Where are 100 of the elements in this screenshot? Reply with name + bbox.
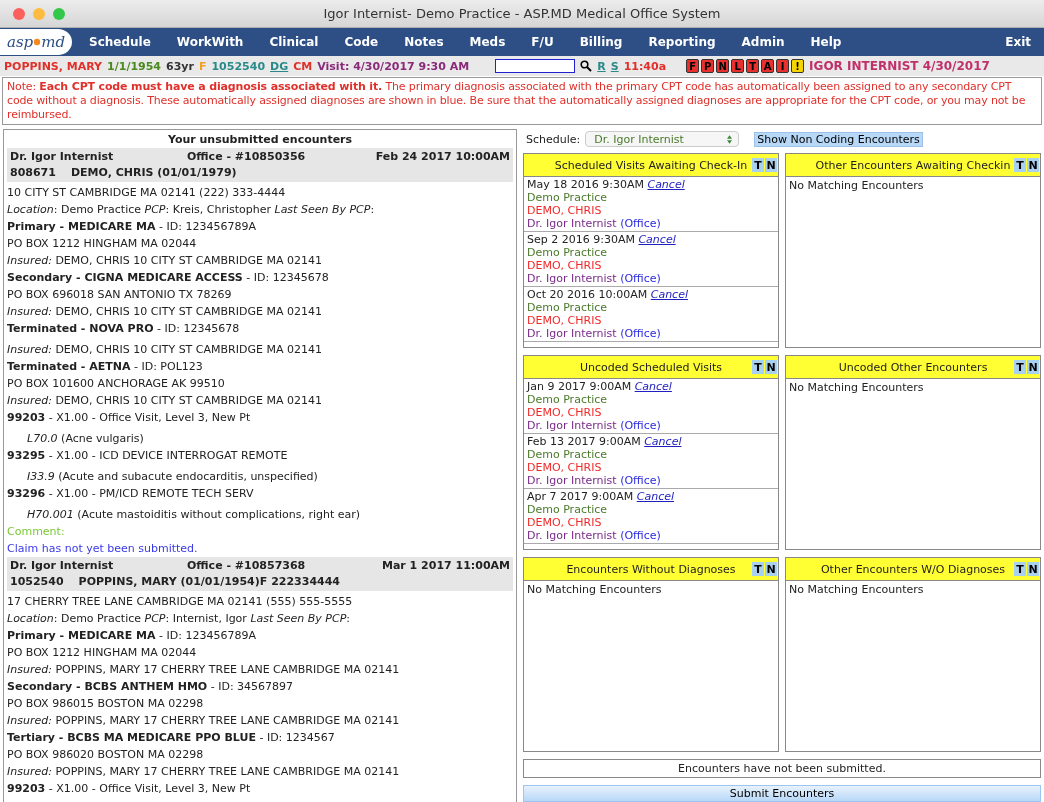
coding-note: Note: Each CPT code must have a diagnosis associated with it. The primary diagnosis associated with the primary CPT code has automatically been assigned to any secondary CPT code without a diagnosis. These automatically assigned diagnoses are shown in blue. Be sure that the automatically assigned diagnoses are appropriate for the CPT code, or you may not be reimbursed. xyxy=(2,77,1042,125)
detail-line: Insured: DEMO, CHRIS 10 CITY ST CAMBRIDGE MA 02141 xyxy=(7,343,322,356)
visit-type: (Office) xyxy=(620,529,661,542)
menu-item[interactable]: Reporting xyxy=(635,28,729,56)
panel-title: Scheduled Visits Awaiting Check-In xyxy=(554,158,748,172)
patient-name: DEMO, CHRIS xyxy=(527,516,602,529)
detail-line: Terminated - AETNA - ID: POL123 xyxy=(7,360,203,373)
provider-name: Dr. Igor Internist xyxy=(527,529,617,542)
menu-item[interactable]: Notes xyxy=(391,28,457,56)
menu-item[interactable]: Clinical xyxy=(256,28,332,56)
cancel-link[interactable]: Cancel xyxy=(638,233,676,246)
search-icon[interactable] xyxy=(580,60,593,72)
visit-datetime: Apr 7 2017 9:00AM xyxy=(527,490,634,503)
practice-name: Demo Practice xyxy=(527,393,608,406)
search-field[interactable] xyxy=(495,59,576,73)
visit-type: (Office) xyxy=(620,419,661,432)
visit-info: Visit: 4/30/2017 9:30 AM xyxy=(317,59,470,73)
detail-line: 93296 - X1.00 - PM/ICD REMOTE TECH SERV xyxy=(7,487,254,500)
detail-line: PO BOX 696018 SAN ANTONIO TX 78269 xyxy=(7,288,232,301)
flag-button[interactable]: F xyxy=(686,59,700,73)
detail-line: 99203 - X1.00 - Office Visit, Level 3, New Pt xyxy=(7,411,251,424)
menu-item[interactable]: Billing xyxy=(566,28,636,56)
exit-menu-item[interactable]: Exit xyxy=(992,28,1044,56)
patient-sex: F xyxy=(198,59,207,73)
sort-button[interactable]: T xyxy=(752,562,764,576)
close-icon[interactable] xyxy=(13,7,25,20)
clock-time: 11:40a xyxy=(623,59,667,73)
provider-name: Dr. Igor Internist xyxy=(527,217,617,230)
user-date: IGOR INTERNIST 4/30/2017 xyxy=(809,59,990,73)
menu-item[interactable]: Schedule xyxy=(76,28,164,56)
menu-item[interactable]: WorkWith xyxy=(163,28,257,56)
practice-name: Demo Practice xyxy=(527,301,608,314)
provider-name: Dr. Igor Internist xyxy=(527,419,617,432)
patient-name: DEMO, CHRIS xyxy=(527,461,602,474)
provider-name: Dr. Igor Internist xyxy=(10,149,115,165)
patient-info: DEMO, CHRIS (01/01/1979) xyxy=(70,165,237,181)
menu-item[interactable]: Code xyxy=(331,28,392,56)
detail-line: Terminated - NOVA PRO - ID: 12345678 xyxy=(7,322,240,335)
sort-button[interactable]: T xyxy=(752,158,764,172)
cancel-link[interactable]: Cancel xyxy=(634,380,672,393)
sort-button[interactable]: N xyxy=(765,360,777,374)
flag-button[interactable]: P xyxy=(701,59,715,73)
detail-line: PO BOX 986020 BOSTON MA 02298 xyxy=(7,748,204,761)
empty-message: No Matching Encounters xyxy=(788,178,925,194)
diagnosis-line: I33.9 (Acute and subacute endocarditis, unspecified) xyxy=(27,470,318,483)
panel-title: Other Encounters Awaiting Checkin xyxy=(815,158,1011,172)
cancel-link[interactable]: Cancel xyxy=(636,490,674,503)
panel-title: Uncoded Other Encounters xyxy=(838,360,988,374)
sort-button[interactable]: T xyxy=(752,360,764,374)
detail-line: PO BOX 101600 ANCHORAGE AK 99510 xyxy=(7,377,225,390)
schedule-label: Schedule: xyxy=(526,132,581,146)
visit-type: (Office) xyxy=(620,327,661,340)
flag-button[interactable]: I xyxy=(776,59,790,73)
cancel-link[interactable]: Cancel xyxy=(650,288,688,301)
flag-button[interactable]: N xyxy=(716,59,730,73)
schedule-select[interactable]: Dr. Igor Internist xyxy=(585,131,740,147)
patient-mrn: 1052540 xyxy=(211,59,266,73)
cm-label: CM xyxy=(293,59,313,73)
encounters-title: Your unsubmitted encounters xyxy=(166,132,354,148)
detail-line: Insured: POPPINS, MARY 17 CHERRY TREE LANE CAMBRIDGE MA 02141 xyxy=(7,765,400,778)
menu-item[interactable]: F/U xyxy=(518,28,567,56)
diagnosis-line: L70.0 (Acne vulgaris) xyxy=(27,432,144,445)
flag-button[interactable]: L xyxy=(731,59,745,73)
logo[interactable]: asp md xyxy=(0,29,72,55)
detail-line: Insured: DEMO, CHRIS 10 CITY ST CAMBRIDGE MA 02141 xyxy=(7,305,322,318)
flag-button[interactable]: ! xyxy=(791,59,805,73)
submit-status: Encounters have not been submitted. xyxy=(523,759,1041,778)
detail-line: Primary - MEDICARE MA - ID: 123456789A xyxy=(7,220,256,233)
patient-id: 1052540 xyxy=(10,574,64,590)
patient-name: DEMO, CHRIS xyxy=(527,204,602,217)
sort-button[interactable]: T xyxy=(1014,360,1026,374)
submit-button[interactable]: Submit Encounters xyxy=(523,785,1041,802)
sort-button[interactable]: N xyxy=(765,562,777,576)
visit-datetime: Oct 20 2016 10:00AM xyxy=(527,288,648,301)
flag-button[interactable]: A xyxy=(761,59,775,73)
practice-name: Demo Practice xyxy=(527,503,608,516)
detail-line: 99203 - X1.00 - Office Visit, Level 3, New Pt xyxy=(7,782,251,795)
sort-button[interactable]: T xyxy=(1014,158,1026,172)
practice-name: Demo Practice xyxy=(527,191,608,204)
menu-item[interactable]: Meds xyxy=(456,28,519,56)
updown-icon[interactable] xyxy=(727,134,733,144)
sort-button[interactable]: N xyxy=(765,158,777,172)
detail-line: Insured: DEMO, CHRIS 10 CITY ST CAMBRIDGE MA 02141 xyxy=(7,394,322,407)
detail-line: Primary - MEDICARE MA - ID: 123456789A xyxy=(7,629,256,642)
flag-button[interactable]: T xyxy=(746,59,760,73)
encounter-datetime: Feb 24 2017 10:00AM xyxy=(375,149,510,165)
menu-item[interactable]: Admin xyxy=(728,28,798,56)
sort-button[interactable]: N xyxy=(1027,158,1039,172)
cancel-link[interactable]: Cancel xyxy=(644,435,682,448)
sort-button[interactable]: N xyxy=(1027,360,1039,374)
provider-name: Dr. Igor Internist xyxy=(10,558,115,574)
detail-line: Secondary - BCBS ANTHEM HMO - ID: 34567897 xyxy=(7,680,294,693)
cancel-link[interactable]: Cancel xyxy=(647,178,685,191)
practice-name: Demo Practice xyxy=(527,246,608,259)
show-non-coding-button[interactable]: Show Non Coding Encounters xyxy=(754,131,923,147)
sort-button[interactable]: T xyxy=(1014,562,1026,576)
patient-info: POPPINS, MARY (01/01/1954)F 222334444 xyxy=(78,574,341,590)
patient-dob: 1/1/1954 xyxy=(107,59,162,73)
sort-button[interactable]: N xyxy=(1027,562,1039,576)
menu-item[interactable]: Help xyxy=(797,28,855,56)
